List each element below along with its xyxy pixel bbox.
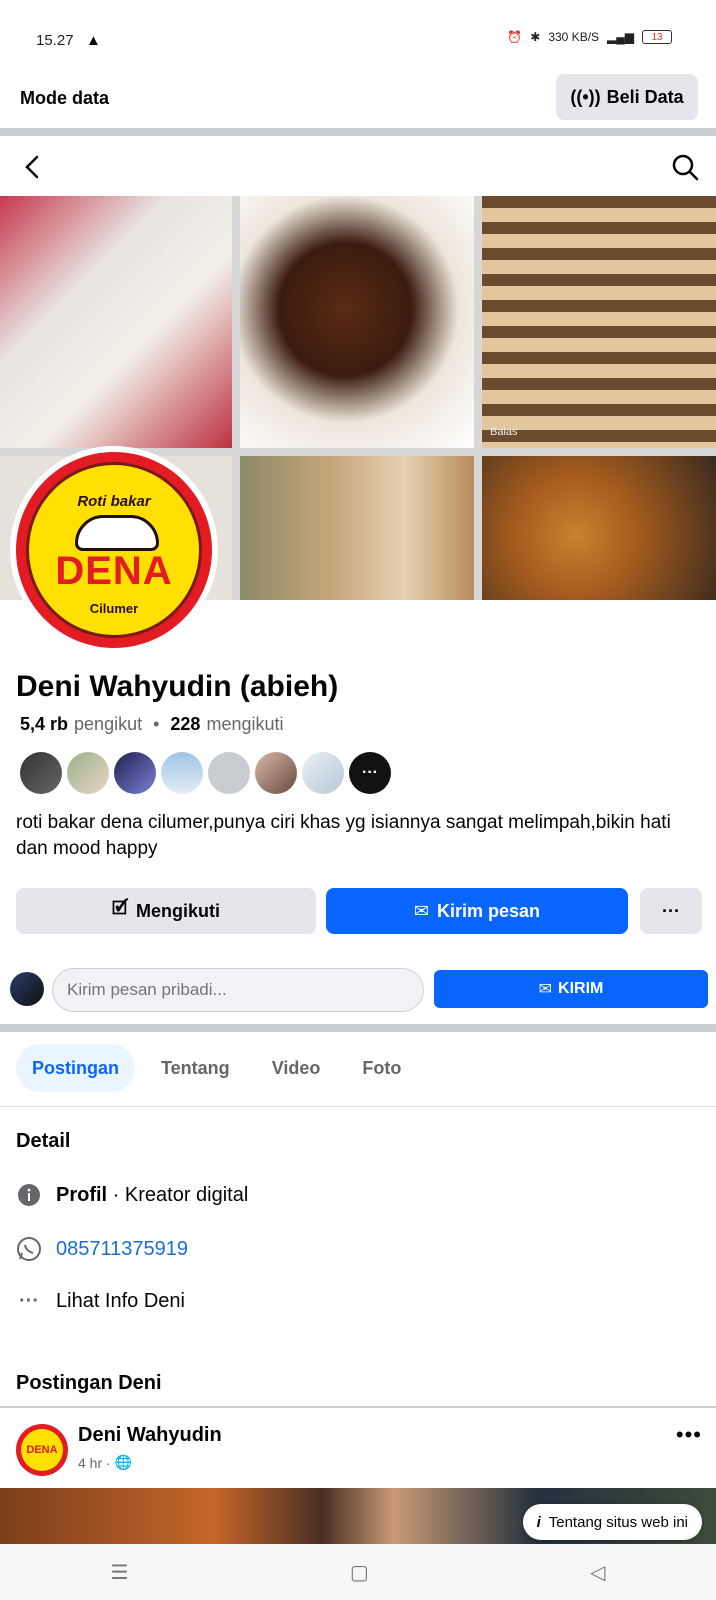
about-site-label: Tentang situs web ini [548,1513,688,1531]
avatar-logo-ring: Roti bakar DENA Cilumer [16,452,212,648]
messenger-icon: ✉ [413,900,430,921]
tab-photos[interactable]: Foto [346,1044,417,1092]
following-label: Mengikuti [136,900,221,921]
status-bar: 15.27 ▲ ⏰ ✱ 330 KB/S ▂▄▆ 13 [0,0,716,70]
friend-avatar[interactable] [161,752,203,794]
detail-profile-row: Profil · Kreator digital [16,1182,248,1208]
network-speed: 330 KB/S [548,30,600,44]
alarm-icon: ⏰ [507,30,523,44]
more-info-link[interactable]: Lihat Info Deni [56,1290,185,1313]
post-avatar-logo: DENA [21,1429,63,1471]
friend-avatar[interactable] [302,752,344,794]
divider [0,1406,716,1408]
logo-main-text: DENA [55,549,173,593]
detail-heading: Detail [16,1130,71,1152]
followers-label[interactable]: pengikut [74,714,142,735]
divider [0,1106,716,1107]
followers-count[interactable]: 5,4 rb [20,714,68,735]
friend-avatar[interactable] [67,752,109,794]
warning-icon: ▲ [86,32,101,49]
following-check-icon: 🗹 [111,898,129,918]
status-icons: ⏰ ✱ 330 KB/S ▂▄▆ 13 [507,30,672,44]
top-navbar [0,138,716,198]
chef-hat-icon [75,515,159,551]
data-mode-label: Mode data [20,88,110,108]
battery-icon: 13 [642,30,672,44]
divider [0,128,716,136]
post-meta: 4 hr · 🌐 [78,1454,132,1471]
cover-tile: Balas [482,196,716,448]
following-count[interactable]: 228 [170,714,200,735]
system-nav-bar: ☰ ▢ ◁ [0,1544,716,1600]
profile-name: Deni Wahyudin (abieh) [16,670,339,703]
profile-bio: roti bakar dena cilumer,punya ciri khas … [16,812,671,859]
phone-number-link[interactable]: 085711375919 [56,1238,188,1261]
search-icon[interactable] [670,152,700,182]
about-site-chip[interactable]: i Tentang situs web ini [522,1504,702,1540]
profile-label: Profil [56,1183,108,1206]
my-avatar [10,972,44,1006]
cover-caption: Balas [490,426,518,438]
friends-row: ··· [20,752,391,794]
broadcast-icon: ((•)) [570,86,601,107]
more-dots-icon: ··· [662,900,680,921]
cover-tile [240,196,474,448]
more-dots-icon: ··· [19,1289,39,1312]
tab-video[interactable]: Video [256,1044,337,1092]
default-avatar-icon[interactable] [208,752,250,794]
friend-avatar[interactable] [114,752,156,794]
globe-icon: 🌐 [114,1454,133,1470]
info-icon: i [536,1513,541,1531]
home-icon[interactable]: ▢ [350,1560,369,1585]
info-icon [16,1182,42,1208]
signal-icon: ▂▄▆ [607,30,634,44]
profile-stats: 5,4 rb pengikut • 228 mengikuti [20,714,284,735]
avatar-logo: Roti bakar DENA Cilumer [26,462,202,638]
post-time[interactable]: 4 hr · [78,1455,111,1471]
post-author-name[interactable]: Deni Wahyudin [78,1424,222,1447]
friend-avatar[interactable] [20,752,62,794]
send-message-label: Kirim pesan [437,900,541,921]
posts-heading: Postingan Deni [16,1372,162,1394]
back-icon[interactable]: ◁ [590,1560,605,1585]
whatsapp-icon [16,1236,42,1262]
logo-top-text: Roti bakar [77,493,151,510]
cover-tile [240,456,474,600]
private-message-input[interactable] [52,968,424,1012]
data-mode-bar: Mode data ((•)) Beli Data [0,70,716,128]
following-label[interactable]: mengikuti [206,714,283,735]
tab-posts[interactable]: Postingan [16,1044,136,1092]
friend-avatar[interactable] [255,752,297,794]
send-private-message-button[interactable]: ✉ KIRIM [434,970,708,1008]
cover-tile [0,196,232,448]
send-label: KIRIM [558,980,604,997]
send-message-button[interactable]: ✉ Kirim pesan [326,888,628,934]
bluetooth-icon: ✱ [530,30,541,44]
profile-tabs: Postingan Tentang Video Foto [16,1044,417,1092]
following-button[interactable]: 🗹 Mengikuti [16,888,316,934]
logo-bottom-text: Cilumer [89,601,139,616]
more-friends-icon[interactable]: ··· [349,752,391,794]
detail-more-info-row[interactable]: ··· Lihat Info Deni [16,1288,185,1314]
profile-type: · Kreator digital [112,1183,249,1206]
buy-data-button[interactable]: ((•)) Beli Data [556,74,698,120]
menu-icon[interactable]: ☰ [111,1560,129,1585]
tab-about[interactable]: Tentang [145,1044,246,1092]
detail-phone-row[interactable]: 085711375919 [16,1236,188,1262]
profile-avatar[interactable]: Roti bakar DENA Cilumer [10,446,218,654]
cover-tile [482,456,716,600]
buy-data-label: Beli Data [606,86,684,107]
more-actions-button[interactable]: ··· [640,888,702,934]
messenger-icon: ✉ [538,981,553,998]
status-time: 15.27 [36,32,74,49]
post-more-icon[interactable]: ••• [676,1422,702,1448]
back-arrow-icon[interactable] [18,152,48,182]
post-author-avatar[interactable]: DENA [16,1424,68,1476]
stats-separator: • [148,714,165,734]
divider [0,1024,716,1032]
